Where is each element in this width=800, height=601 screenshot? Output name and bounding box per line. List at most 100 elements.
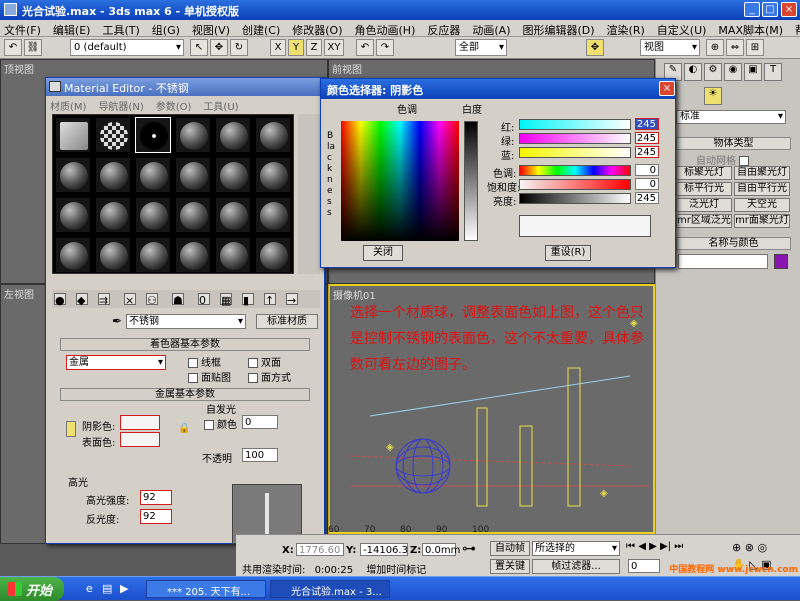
material-slot[interactable] [255,237,291,273]
undo-arrow-icon[interactable]: ↶ [356,39,374,56]
lights-category-icon[interactable]: ☀ [704,87,722,105]
key-icon[interactable]: ⊶ [462,541,476,557]
menu-item[interactable]: MAX脚本(M) [718,24,783,37]
faceted-checkbox[interactable]: 面方式 [248,369,291,384]
align-icon[interactable]: ⊞ [746,39,764,56]
menu-item[interactable]: 工具(T) [102,24,139,37]
glossiness-field[interactable]: 92 [140,509,172,524]
material-slot[interactable] [175,157,211,193]
category-dropdown[interactable]: 标准 ▾ [676,110,786,124]
link-icon[interactable]: ⛓ [24,39,42,56]
put-library-icon[interactable]: ☗ [172,293,184,307]
wire-checkbox[interactable]: 线框 [188,354,221,369]
motion-tab-icon[interactable]: ◉ [724,63,742,81]
assign-material-icon[interactable]: ⇉ [98,293,110,307]
menu-item[interactable]: 图形编辑器(D) [522,24,594,37]
material-slot[interactable] [55,197,91,233]
menu-item[interactable]: 反应器 [427,24,460,37]
key-filters-button[interactable]: 帧过滤器... [532,559,620,574]
blue-slider[interactable] [519,147,631,158]
hue-spectrum[interactable] [341,121,459,241]
show-end-result-icon[interactable]: ▮ [242,293,254,307]
menu-item[interactable]: 修改器(O) [292,24,342,37]
prev-frame-icon[interactable]: ◀ [638,541,646,552]
redo-arrow-icon[interactable]: ↷ [376,39,394,56]
go-start-icon[interactable]: ⏮ [626,541,635,552]
light-type-button[interactable]: 标平行光 [676,182,732,196]
diffuse-color-swatch[interactable] [120,432,160,447]
name-color-rollout[interactable]: 名称与颜色 [676,237,791,250]
menu-item[interactable]: 角色动画(H) [355,24,416,37]
material-slot[interactable] [55,157,91,193]
saturation-slider[interactable] [519,179,631,190]
material-slot[interactable] [95,117,131,153]
blue-value[interactable]: 245 [635,146,659,158]
material-slot[interactable] [95,237,131,273]
light-type-button[interactable]: mr区域泛光灯 [676,214,732,228]
menu-item[interactable]: 文件(F) [4,24,41,37]
go-sibling-icon[interactable]: → [286,293,298,307]
reset-button[interactable]: 重设(R) [545,245,591,261]
lock-icon[interactable] [66,421,76,437]
start-button[interactable]: 开始 [0,577,64,601]
shader-type-dropdown[interactable]: 金属 ▾ [66,355,166,370]
taskbar-item-3dsmax[interactable]: 光合试验.max - 3... [270,580,390,598]
material-type-button[interactable]: 标准材质 [256,314,318,329]
auto-grid-checkbox[interactable]: 自动网格 [696,152,752,167]
quicklaunch-ie-icon[interactable]: e [86,582,93,595]
select-move-icon[interactable]: ✥ [586,39,604,56]
y-coord-field[interactable]: -14106.3 [360,543,408,556]
minimize-button[interactable]: _ [744,2,760,17]
go-parent-icon[interactable]: ↑ [264,293,276,307]
zoom-all-icon[interactable]: ⊗ [745,541,754,554]
material-slot[interactable] [55,117,91,153]
light-type-button[interactable]: 泛光灯 [676,198,732,212]
axis-z-button[interactable]: Z [306,39,322,56]
material-slot[interactable] [175,197,211,233]
display-tab-icon[interactable]: ▣ [744,63,762,81]
material-menu-item[interactable]: 参数(O) [156,102,192,113]
material-menu-item[interactable]: 导航器(N) [98,102,143,113]
close-button[interactable]: × [781,2,797,17]
material-slot[interactable] [55,237,91,273]
self-illum-value-field[interactable]: 0 [242,415,278,429]
object-type-rollout[interactable]: 物体类型 [676,137,791,150]
z-coord-field[interactable]: 0.0mm [422,543,460,556]
go-end-icon[interactable]: ⏭ [674,541,683,552]
auto-key-button[interactable]: 自动帧 [490,541,530,556]
menu-item[interactable]: 渲染(R) [607,24,645,37]
material-slot[interactable] [255,117,291,153]
ambient-color-swatch[interactable] [120,415,160,430]
modify-tab-icon[interactable]: ◐ [684,63,702,81]
rotate-icon[interactable]: ↻ [230,39,248,56]
red-slider[interactable] [519,119,631,130]
add-time-tag-button[interactable]: 增加时间标记 [366,565,426,576]
x-coord-field[interactable]: 1776.60 [296,543,344,556]
quicklaunch-desktop-icon[interactable]: ▤ [102,582,112,595]
material-menu-item[interactable]: 材质(M) [50,102,86,113]
material-slot[interactable] [175,237,211,273]
opacity-field[interactable]: 100 [242,448,278,462]
light-type-button[interactable]: 自由聚光灯 [734,166,790,180]
material-slot[interactable] [135,117,171,153]
red-value[interactable]: 245 [635,118,659,130]
material-slot[interactable] [215,117,251,153]
current-frame-field[interactable]: 0 [628,559,660,573]
next-frame-icon[interactable]: ▶| [660,541,671,552]
axis-x-button[interactable]: X [270,39,286,56]
play-icon[interactable]: ▶ [649,541,657,552]
material-effects-icon[interactable]: 0 [198,293,210,307]
menu-item[interactable]: 动画(A) [472,24,510,37]
light-type-button[interactable]: 自由平行光 [734,182,790,196]
value-slider[interactable] [519,193,631,204]
hierarchy-tab-icon[interactable]: ⚙ [704,63,722,81]
orbit-icon[interactable]: ◎ [757,541,767,554]
material-slot[interactable] [175,117,211,153]
menu-item[interactable]: 自定义(U) [657,24,707,37]
undo-icon[interactable]: ↶ [4,39,22,56]
close-dialog-button[interactable]: 关闭 [363,245,403,261]
material-slot[interactable] [255,197,291,233]
material-slot[interactable] [215,237,251,273]
self-illum-color-checkbox[interactable]: 颜色 [204,416,237,431]
face-map-checkbox[interactable]: 面贴图 [188,369,231,384]
